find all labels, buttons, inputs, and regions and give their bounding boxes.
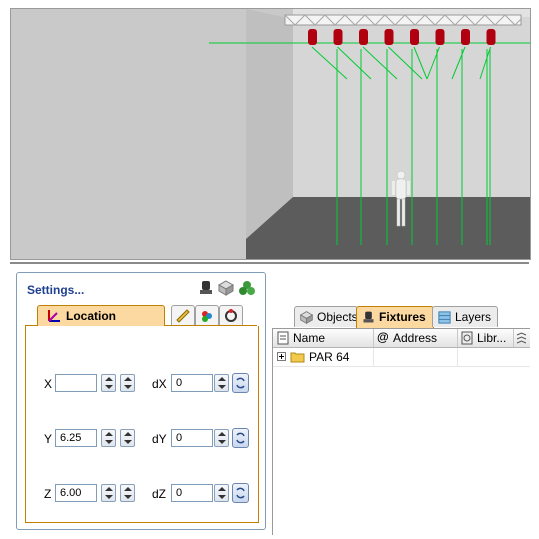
x-coarse-spinner[interactable]: [120, 374, 135, 392]
z-label: Z: [44, 487, 52, 501]
column-header-library[interactable]: Libr...: [457, 329, 514, 347]
folder-icon: [290, 352, 305, 363]
apply-dy-button[interactable]: [232, 428, 249, 448]
refresh-icon: [236, 377, 245, 389]
y-spinner[interactable]: [101, 429, 116, 447]
fixture-par64[interactable]: [486, 29, 496, 45]
dx-field[interactable]: [171, 374, 213, 392]
lower-pane: Settings... Location X dX 0 Y 6.25 dY 0 …: [10, 262, 530, 535]
truss: [284, 14, 522, 26]
fixture-par64[interactable]: [333, 29, 343, 45]
layers-icon: [438, 311, 451, 324]
x-spinner[interactable]: [101, 374, 116, 392]
fixture-head-icon[interactable]: [197, 279, 215, 297]
column-address-label: Address: [393, 331, 438, 345]
3d-viewport[interactable]: [10, 8, 531, 260]
column-header-address[interactable]: @ Address: [373, 329, 458, 347]
axes-icon: [48, 310, 60, 322]
name-column-icon: [277, 331, 289, 345]
refresh-icon: [236, 487, 245, 499]
table-row[interactable]: PAR 64: [273, 348, 530, 367]
fixture-par64[interactable]: [308, 29, 317, 45]
dy-label: dY: [152, 432, 167, 446]
dx-spinner[interactable]: [214, 374, 229, 392]
tab-fixtures-label: Fixtures: [379, 310, 426, 324]
group-spheres-icon[interactable]: [238, 279, 256, 297]
tab-location-label: Location: [66, 309, 116, 323]
tab-layers[interactable]: Layers: [432, 306, 498, 327]
apply-dx-button[interactable]: [232, 373, 249, 393]
column-chooser-icon: [516, 332, 527, 344]
grid-header: Name @ Address Libr...: [273, 329, 530, 348]
tab-color[interactable]: [195, 305, 219, 325]
color-palette-icon: [202, 311, 212, 322]
cube-icon[interactable]: [217, 279, 235, 297]
x-field[interactable]: [55, 374, 97, 392]
dy-spinner[interactable]: [214, 429, 229, 447]
browser-tabstrip: Objects Fixtures Layers: [272, 306, 529, 328]
fixture-par64[interactable]: [435, 29, 445, 45]
fixture-par64[interactable]: [410, 29, 419, 45]
fixtures-grid: Name @ Address Libr... PAR 64: [272, 328, 530, 535]
rotation-icon: [225, 309, 237, 322]
column-chooser-button[interactable]: [513, 329, 530, 347]
tab-fixtures[interactable]: Fixtures: [356, 306, 434, 328]
y-field[interactable]: [55, 429, 97, 447]
column-library-label: Libr...: [477, 331, 507, 345]
stage-scene: [11, 9, 530, 259]
column-name-label: Name: [293, 331, 326, 345]
library-icon: [461, 331, 473, 345]
location-tab-body: X dX Y dY Z dZ: [25, 326, 259, 523]
tab-ruler[interactable]: [171, 305, 195, 325]
fixture-par64[interactable]: [359, 29, 368, 45]
z-spinner[interactable]: [101, 484, 116, 502]
dz-label: dZ: [152, 487, 167, 501]
settings-title: Settings...: [27, 283, 85, 297]
dz-field[interactable]: [171, 484, 213, 502]
tab-rotation[interactable]: [219, 305, 243, 325]
apply-dz-button[interactable]: [232, 483, 249, 503]
refresh-icon: [236, 432, 245, 444]
tab-location[interactable]: Location: [37, 305, 165, 326]
row-name: PAR 64: [309, 350, 350, 364]
settings-panel: Settings... Location X dX 0 Y 6.25 dY 0 …: [16, 272, 266, 530]
z-coarse-spinner[interactable]: [120, 484, 135, 502]
ruler-icon: [176, 309, 190, 323]
dz-spinner[interactable]: [214, 484, 229, 502]
fixture-par64[interactable]: [461, 29, 470, 45]
at-icon: @: [377, 330, 389, 344]
z-field[interactable]: [55, 484, 97, 502]
tab-objects[interactable]: Objects: [294, 306, 358, 327]
column-header-name[interactable]: Name: [273, 329, 374, 347]
y-label: Y: [44, 432, 53, 446]
y-coarse-spinner[interactable]: [120, 429, 135, 447]
tab-objects-label: Objects: [317, 310, 358, 324]
dy-field[interactable]: [171, 429, 213, 447]
tab-layers-label: Layers: [455, 310, 492, 324]
fixture-par64[interactable]: [384, 29, 394, 45]
cube-icon: [299, 311, 314, 325]
fixture-head-icon: [363, 311, 374, 323]
expand-toggle-icon[interactable]: [277, 352, 286, 361]
x-label: X: [44, 377, 53, 391]
settings-tabstrip: Location: [25, 305, 257, 326]
dx-label: dX: [152, 377, 167, 391]
